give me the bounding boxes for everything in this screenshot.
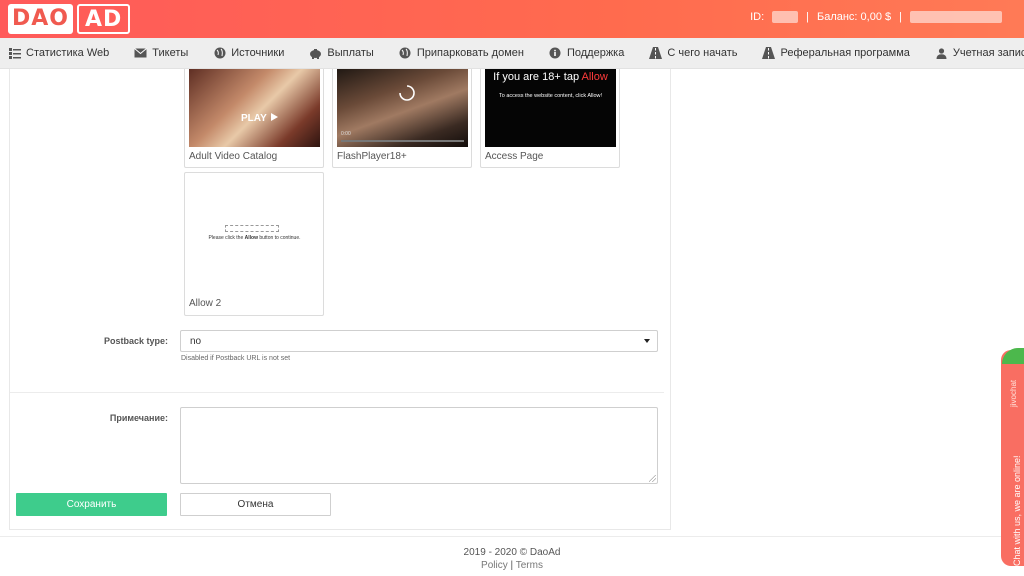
nav-item-sources[interactable]: Источники [213, 47, 284, 60]
terms-link[interactable]: Terms [516, 560, 543, 571]
allow-subtext: Please click the Allow button to continu… [208, 235, 301, 241]
note-textarea[interactable] [180, 407, 658, 484]
nav-item-referral[interactable]: Реферальная программа [762, 47, 910, 60]
template-card-flashplayer[interactable]: 0:00 FlashPlayer18+ [332, 69, 472, 168]
allow-placeholder-bar [225, 225, 279, 232]
template-caption: FlashPlayer18+ [337, 151, 407, 162]
user-icon [935, 47, 948, 60]
separator: | [899, 11, 902, 23]
chevron-down-icon [644, 339, 650, 343]
nav-label: Реферальная программа [780, 47, 910, 59]
template-card-access-page[interactable]: If you are 18+ tap Allow To access the w… [480, 69, 620, 168]
nav-label: Тикеты [152, 47, 189, 59]
resize-handle-icon[interactable] [649, 475, 656, 482]
info-icon [549, 47, 562, 60]
footer-links: Policy | Terms [0, 559, 1024, 572]
piggy-bank-icon [309, 47, 322, 60]
nav-item-stats[interactable]: Статистика Web [8, 47, 109, 60]
id-value-redacted [772, 11, 799, 23]
road-icon [649, 47, 663, 60]
nav-label: Поддержка [566, 47, 625, 59]
postback-help-text: Disabled if Postback URL is not set [181, 355, 291, 362]
nav-item-support[interactable]: Поддержка [549, 47, 624, 60]
video-time: 0:00 [341, 131, 351, 137]
footer-separator: | [510, 560, 514, 571]
template-card-allow-2[interactable]: Please click the Allow button to continu… [184, 172, 324, 316]
nav-label: Припарковать домен [416, 47, 524, 59]
nav-label: Выплаты [327, 47, 374, 59]
postback-type-label: Postback type: [103, 336, 168, 346]
chat-brand-label: jivochat [1009, 379, 1018, 407]
nav-label: Учетная запись [952, 47, 1024, 59]
logo-dao: DAO [8, 4, 73, 34]
source-edit-form: PLAY Adult Video Catalog 0:00 FlashPlaye… [9, 69, 671, 530]
top-bar: DAO AD ID: | Баланс: 0,00 $ | [0, 0, 1024, 38]
postback-type-value: no [190, 336, 202, 347]
footer: 2019 - 2020 © DaoAd Policy | Terms [0, 546, 1024, 572]
logo[interactable]: DAO AD [8, 3, 131, 35]
template-card-adult-video[interactable]: PLAY Adult Video Catalog [184, 69, 324, 168]
nav-item-park-domain[interactable]: Припарковать домен [399, 47, 524, 60]
nav-item-payouts[interactable]: Выплаты [309, 47, 374, 60]
save-button[interactable]: Сохранить [16, 493, 167, 516]
template-caption: Allow 2 [189, 298, 222, 309]
nav-item-tickets[interactable]: Тикеты [134, 47, 188, 60]
footer-divider [0, 536, 1024, 537]
copyright: 2019 - 2020 © DaoAd [463, 547, 561, 558]
nav-item-getting-started[interactable]: С чего начать [649, 47, 737, 60]
user-menu-redacted[interactable] [910, 11, 1002, 23]
play-overlay: PLAY [241, 113, 279, 124]
separator: | [806, 11, 809, 23]
nav-item-account[interactable]: Учетная запись [935, 47, 1024, 60]
balance-label[interactable]: Баланс: 0,00 $ [817, 11, 891, 23]
nav-label: Статистика Web [26, 47, 110, 59]
road-icon [762, 47, 776, 60]
access-subtext: To access the website content, click All… [498, 93, 603, 99]
template-caption: Adult Video Catalog [189, 151, 278, 162]
loading-spinner-icon [399, 85, 415, 101]
globe-icon [399, 47, 412, 60]
nav-label: Источники [231, 47, 285, 59]
cancel-button[interactable]: Отмена [180, 493, 331, 516]
main-nav: Статистика Web Тикеты Источники Выплаты … [0, 38, 1024, 69]
postback-type-select[interactable]: no [180, 330, 658, 352]
template-preview: If you are 18+ tap Allow To access the w… [485, 69, 616, 147]
play-icon [271, 113, 279, 121]
template-caption: Access Page [485, 151, 544, 162]
template-preview: PLAY [189, 69, 320, 147]
note-label: Примечание: [109, 413, 168, 423]
divider [10, 392, 664, 393]
envelope-icon [134, 47, 148, 60]
nav-label: С чего начать [667, 47, 738, 59]
template-preview: Please click the Allow button to continu… [189, 177, 320, 295]
access-headline: If you are 18+ tap Allow [493, 71, 608, 83]
id-label: ID: [750, 11, 765, 23]
video-progress [341, 140, 464, 142]
policy-link[interactable]: Policy [481, 560, 508, 571]
template-preview: 0:00 [337, 69, 468, 147]
account-summary: ID: | Баланс: 0,00 $ | [750, 11, 1002, 23]
logo-ad: AD [77, 4, 131, 34]
globe-icon [213, 47, 226, 60]
stats-icon [8, 47, 21, 60]
